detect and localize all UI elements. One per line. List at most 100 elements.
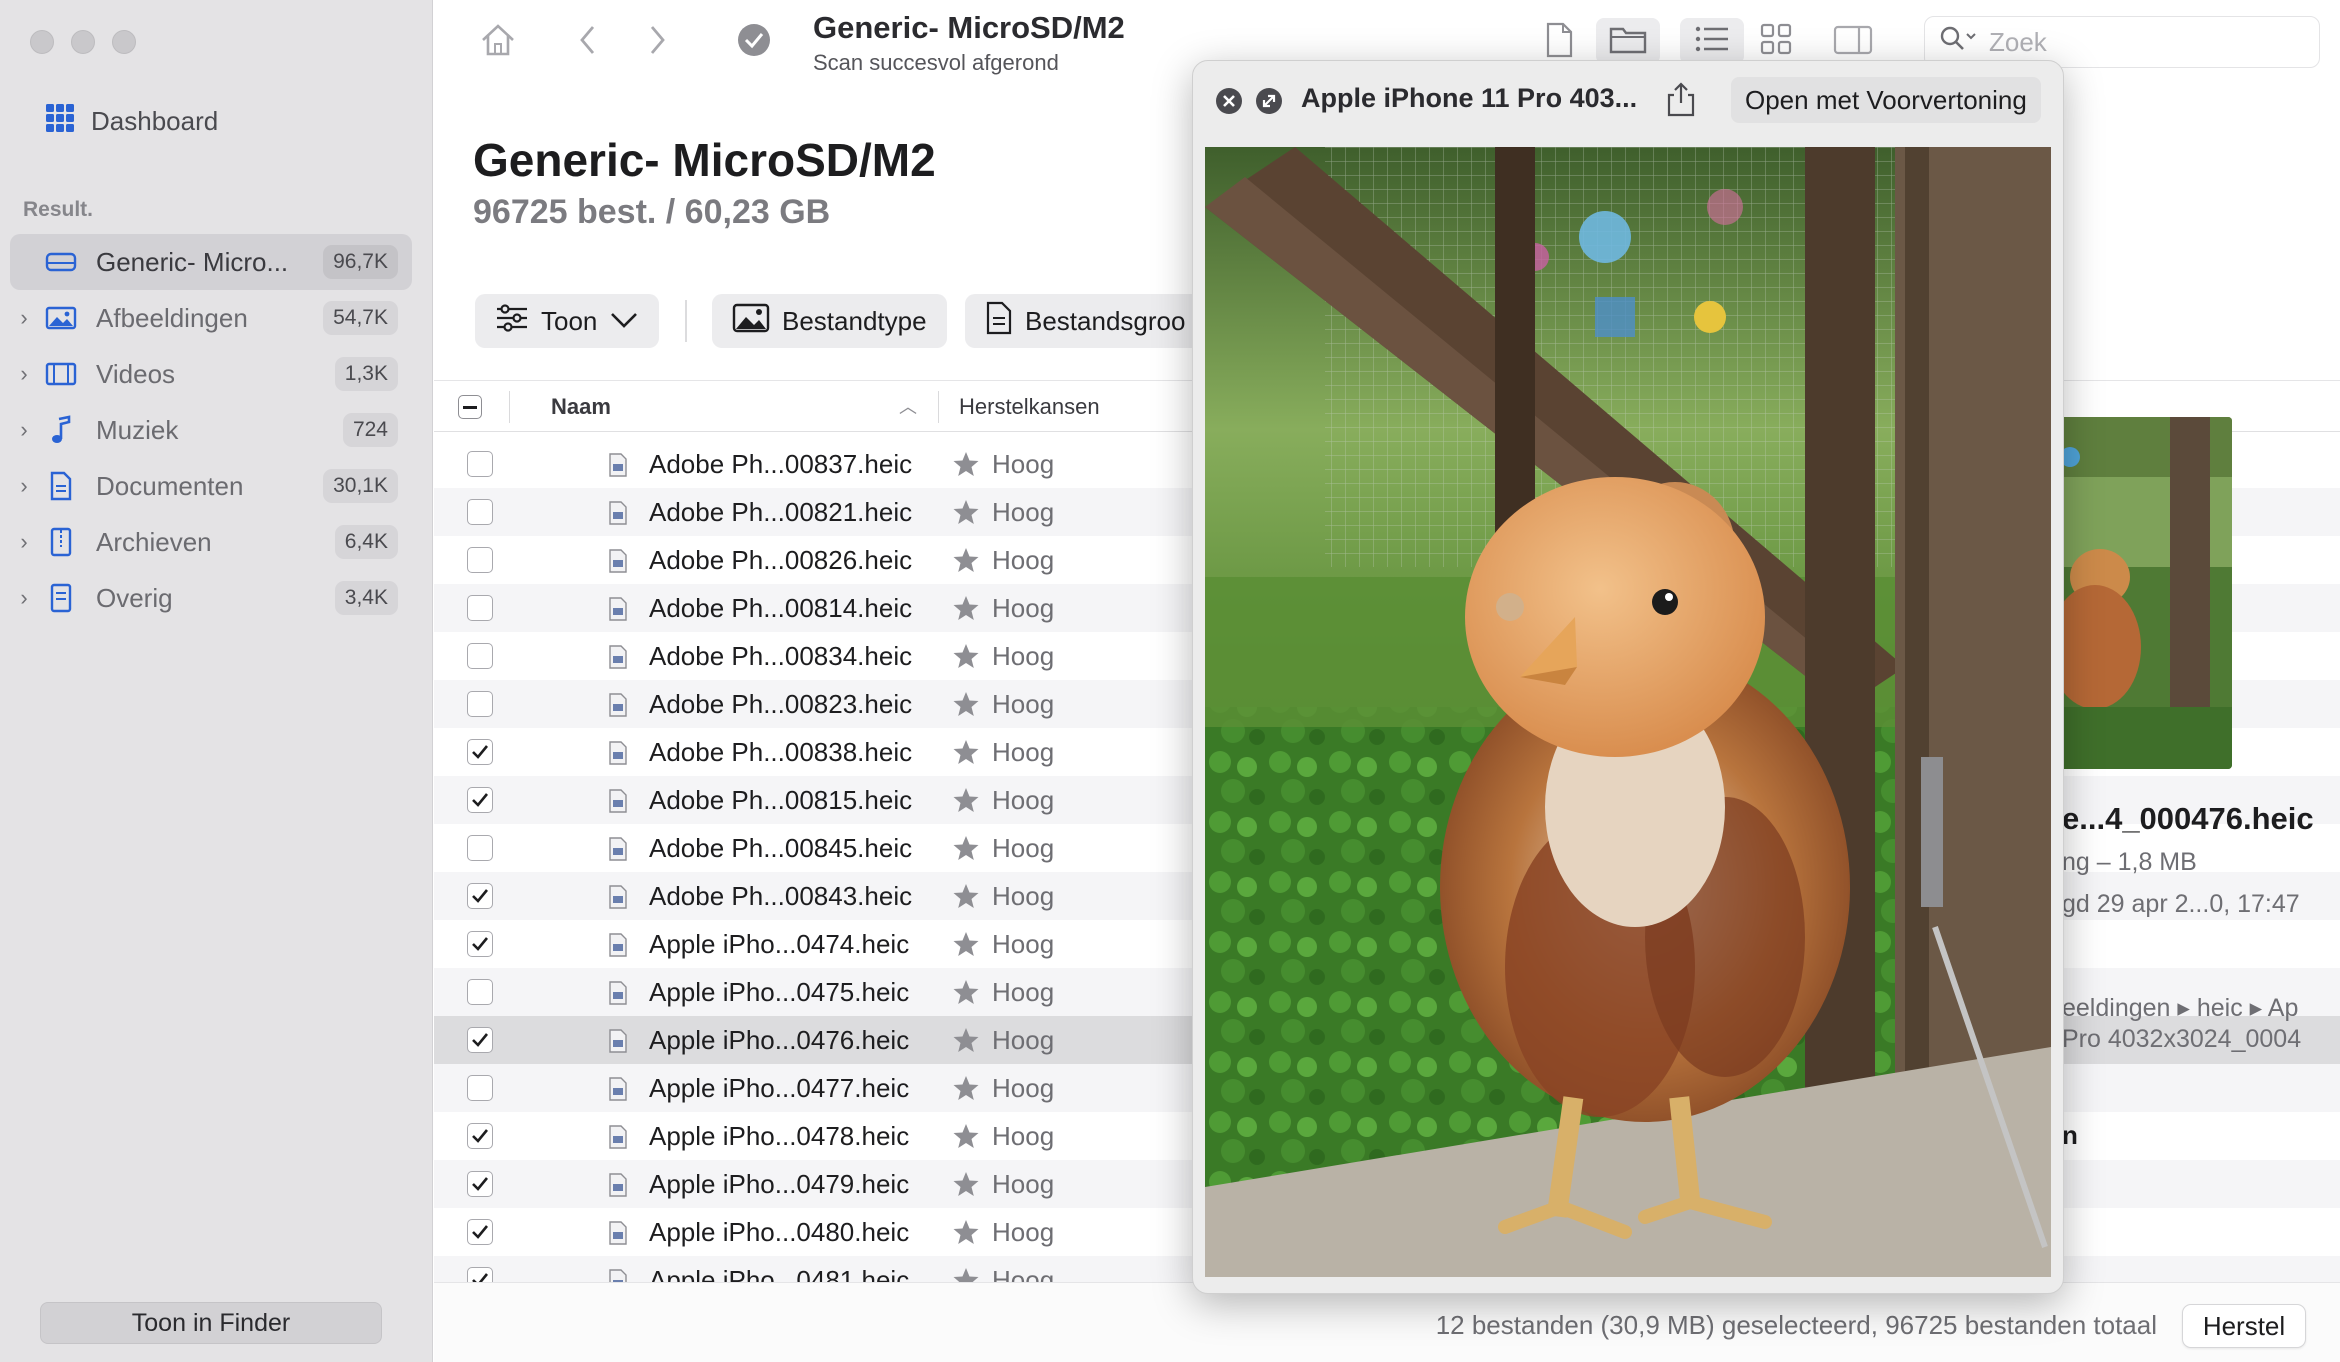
status-bar: 12 bestanden (30,9 MB) geselecteerd, 967… [434, 1282, 2340, 1362]
row-checkbox[interactable] [467, 835, 493, 861]
row-checkbox[interactable] [467, 883, 493, 909]
star-icon [952, 1074, 980, 1109]
chevron-right-icon[interactable]: › [10, 585, 38, 611]
chevron-right-icon[interactable]: › [10, 417, 38, 443]
chevron-right-icon[interactable]: › [10, 473, 38, 499]
row-checkbox[interactable] [467, 451, 493, 477]
file-name: Apple iPho...0474.heic [649, 929, 910, 959]
sidebar-item-images[interactable]: › Afbeeldingen 54,7K [10, 290, 412, 346]
row-checkbox[interactable] [467, 787, 493, 813]
file-name: Apple iPho...0481.heic [649, 1265, 910, 1282]
row-checkbox[interactable] [467, 691, 493, 717]
recovery-chance: Hoog [992, 593, 1055, 623]
heic-file-icon [608, 1173, 628, 1204]
fullscreen-icon[interactable] [1255, 87, 1283, 115]
chevron-right-icon[interactable]: › [10, 529, 38, 555]
select-all-checkbox[interactable] [458, 395, 482, 419]
sidebar-item-other[interactable]: › Overig 3,4K [10, 570, 412, 626]
row-checkbox[interactable] [467, 1267, 493, 1282]
minimize-window-button[interactable] [71, 30, 95, 54]
show-in-finder-button[interactable]: Toon in Finder [40, 1302, 382, 1344]
row-checkbox[interactable] [467, 595, 493, 621]
zoom-window-button[interactable] [112, 30, 136, 54]
info-file-size: ng – 1,8 MB [2062, 848, 2197, 876]
search-icon [1939, 25, 1979, 60]
row-checkbox[interactable] [467, 739, 493, 765]
filesize-filter-label: Bestandsgroo [1025, 305, 1186, 336]
sidebar-item-drive[interactable]: Generic- Micro... 96,7K [10, 234, 412, 290]
recovery-chance: Hoog [992, 1217, 1055, 1247]
heic-file-icon [608, 741, 628, 772]
file-view-icon[interactable] [1539, 20, 1579, 60]
heic-file-icon [608, 1269, 628, 1282]
filetype-filter-label: Bestandtype [782, 305, 927, 336]
search-placeholder: Zoek [1989, 26, 2047, 57]
filetype-filter-button[interactable]: Bestandtype [712, 294, 947, 348]
star-icon [952, 1266, 980, 1282]
row-checkbox[interactable] [467, 979, 493, 1005]
share-icon[interactable] [1664, 81, 1698, 117]
document-icon [44, 471, 78, 501]
sidebar-item-label: Muziek [96, 414, 179, 445]
row-checkbox[interactable] [467, 643, 493, 669]
row-checkbox[interactable] [467, 1123, 493, 1149]
list-view-button[interactable] [1680, 18, 1744, 64]
heic-file-icon [608, 1221, 628, 1252]
quicklook-window: Apple iPhone 11 Pro 403... Open met Voor… [1192, 60, 2064, 1294]
open-with-preview-button[interactable]: Open met Voorvertoning [1731, 77, 2041, 123]
sidebar-toggle-icon[interactable] [1833, 20, 1873, 60]
file-name: Adobe Ph...00843.heic [649, 881, 913, 911]
star-icon [952, 594, 980, 629]
file-name: Adobe Ph...00826.heic [649, 545, 913, 575]
home-icon[interactable] [478, 20, 518, 60]
forward-icon[interactable] [637, 20, 677, 60]
page-title: Generic- MicroSD/M2 [473, 134, 936, 186]
row-checkbox[interactable] [467, 1171, 493, 1197]
toolbar-divider [685, 300, 687, 342]
file-name: Apple iPho...0478.heic [649, 1121, 910, 1151]
drive-icon [44, 247, 78, 277]
list-icon [1694, 25, 1730, 58]
recovery-chance: Hoog [992, 833, 1055, 863]
back-icon[interactable] [568, 20, 608, 60]
chevron-down-icon [609, 306, 639, 337]
heic-file-icon [608, 837, 628, 868]
column-recovery-header[interactable]: Herstelkansen [959, 394, 1100, 420]
filesize-filter-button[interactable]: Bestandsgroo [965, 294, 1205, 348]
close-window-button[interactable] [30, 30, 54, 54]
row-checkbox[interactable] [467, 1027, 493, 1053]
recovery-chance: Hoog [992, 1121, 1055, 1151]
row-checkbox[interactable] [467, 1075, 493, 1101]
star-icon [952, 834, 980, 869]
chevron-right-icon[interactable]: › [10, 361, 38, 387]
chevron-right-icon[interactable]: › [10, 305, 38, 331]
sidebar-item-archives[interactable]: › Archieven 6,4K [10, 514, 412, 570]
sidebar-item-label: Generic- Micro... [96, 246, 289, 277]
folder-view-button[interactable] [1596, 18, 1660, 64]
row-checkbox[interactable] [467, 547, 493, 573]
info-file-path-cont: Pro 4032x3024_0004 [2062, 1025, 2302, 1053]
grid-view-icon [1760, 23, 1792, 60]
sidebar-item-music[interactable]: › Muziek 724 [10, 402, 412, 458]
heic-file-icon [608, 597, 628, 628]
recovery-chance: Hoog [992, 977, 1055, 1007]
sidebar-item-dashboard[interactable]: Dashboard [45, 103, 218, 140]
close-icon[interactable] [1215, 87, 1243, 115]
sidebar-item-label: Archieven [96, 526, 212, 557]
sidebar-item-documents[interactable]: › Documenten 30,1K [10, 458, 412, 514]
star-icon [952, 930, 980, 965]
column-name-header[interactable]: Naam [551, 394, 611, 420]
info-file-date: gd 29 apr 2...0, 17:47 [2062, 890, 2300, 918]
row-checkbox[interactable] [467, 1219, 493, 1245]
show-filter-button[interactable]: Toon [475, 294, 660, 348]
file-name: Apple iPho...0476.heic [649, 1025, 910, 1055]
count-badge: 96,7K [323, 245, 398, 279]
sidebar-item-videos[interactable]: › Videos 1,3K [10, 346, 412, 402]
grid-view-button[interactable] [1744, 18, 1808, 64]
row-checkbox[interactable] [467, 499, 493, 525]
sort-ascending-icon[interactable]: ︿ [899, 393, 917, 419]
info-file-name: e...4_000476.heic [2062, 801, 2314, 836]
recover-button[interactable]: Herstel [2182, 1304, 2306, 1348]
row-checkbox[interactable] [467, 931, 493, 957]
heic-file-icon [608, 645, 628, 676]
